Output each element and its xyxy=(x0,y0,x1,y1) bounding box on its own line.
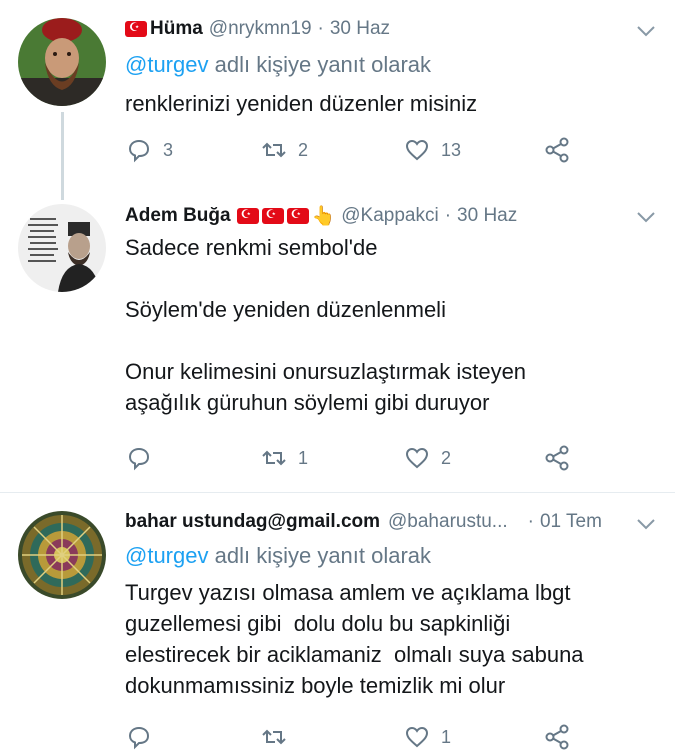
reply-suffix: adlı kişiye yanıt olarak xyxy=(214,543,432,568)
tweet-2[interactable]: Adem Buğa 👆 @Kappakci · 30 Haz Sadece re… xyxy=(0,190,675,492)
timestamp[interactable]: 01 Tem xyxy=(540,511,602,533)
tweet-1[interactable]: Hüma @nrykmn19 · 30 Haz @turgev adlı kiş… xyxy=(0,0,675,200)
dot-separator: · xyxy=(444,204,452,226)
like-button[interactable]: 2 xyxy=(403,444,451,472)
handle[interactable]: @baharustu... xyxy=(388,511,508,533)
like-button[interactable]: 1 xyxy=(403,723,451,751)
tweet-text: renklerinizi yeniden düzenler misiniz xyxy=(125,88,655,119)
handle[interactable]: @nrykmn19 xyxy=(209,18,312,40)
retweet-count: 2 xyxy=(298,139,309,160)
reply-to-link[interactable]: @turgev xyxy=(125,543,208,568)
like-button[interactable]: 13 xyxy=(403,136,461,164)
share-icon xyxy=(545,724,569,750)
text-line: guzellemesi gibi dolu dolu bu sapkinliği xyxy=(125,611,511,636)
reply-icon xyxy=(128,447,150,471)
handle[interactable]: @Kappakci xyxy=(341,205,438,227)
text-line: elestirecek bir aciklamaniz olmalı suya … xyxy=(125,642,584,667)
reply-button[interactable] xyxy=(125,723,163,751)
tweet-text: Turgev yazısı olmasa amlem ve açıklama l… xyxy=(125,577,655,701)
heart-icon xyxy=(405,726,429,748)
like-count: 2 xyxy=(441,447,452,468)
text-line: renklerinizi yeniden düzenler misiniz xyxy=(125,91,478,116)
tweet-3[interactable]: bahar ustundag@gmail.com @baharustu... ·… xyxy=(0,493,675,754)
retweet-icon xyxy=(262,729,286,745)
share-button[interactable] xyxy=(543,723,571,751)
tweet-actions: 1 xyxy=(125,723,585,753)
text-line: Onur kelimesini onursuzlaştırmak isteyen xyxy=(125,359,527,384)
text-line: Söylem'de yeniden düzenlenmeli xyxy=(125,297,446,322)
reply-context: @turgev adlı kişiye yanıt olarak xyxy=(125,52,431,78)
dot-separator: · xyxy=(317,18,324,39)
retweet-icon xyxy=(262,450,286,466)
tweet-header: Hüma @nrykmn19 · 30 Haz xyxy=(125,18,635,40)
retweet-count: 1 xyxy=(298,447,309,468)
text-line: Sadece renkmi sembol'de xyxy=(125,235,378,260)
chevron-down-icon[interactable] xyxy=(635,206,657,228)
reply-to-link[interactable]: @turgev xyxy=(125,52,208,77)
timestamp[interactable]: 30 Haz xyxy=(330,18,390,40)
share-icon xyxy=(545,445,569,471)
reply-icon xyxy=(128,139,150,163)
display-name[interactable]: Hüma xyxy=(150,18,203,40)
turkey-flag-icon xyxy=(286,207,309,224)
dot-separator: · xyxy=(527,511,534,532)
tweet-actions: 1 2 xyxy=(125,444,585,474)
retweet-icon xyxy=(262,142,286,158)
text-line: Turgev yazısı olmasa amlem ve açıklama l… xyxy=(125,580,571,605)
tweet-header: Adem Buğa 👆 @Kappakci · 30 Haz xyxy=(125,204,635,228)
like-count: 1 xyxy=(441,726,452,747)
avatar[interactable] xyxy=(18,511,106,599)
turkey-flag-icon xyxy=(125,20,147,37)
display-name[interactable]: Adem Buğa xyxy=(125,205,231,227)
heart-icon xyxy=(405,447,429,469)
like-count: 13 xyxy=(441,139,462,160)
heart-icon xyxy=(405,139,429,161)
pointing-up-emoji: 👆 xyxy=(311,205,336,227)
reply-context: @turgev adlı kişiye yanıt olarak xyxy=(125,543,431,569)
retweet-button[interactable]: 1 xyxy=(260,444,308,472)
tweet-text: Sadece renkmi sembol'de Söylem'de yenide… xyxy=(125,232,655,418)
text-line-blank xyxy=(125,263,655,294)
display-name[interactable]: bahar ustundag@gmail.com xyxy=(125,511,380,533)
reply-button[interactable]: 3 xyxy=(125,136,173,164)
chevron-down-icon[interactable] xyxy=(635,513,657,535)
share-icon xyxy=(545,137,569,163)
tweet-actions: 3 2 13 xyxy=(125,136,585,166)
avatar[interactable] xyxy=(18,204,106,292)
share-button[interactable] xyxy=(543,444,571,472)
share-button[interactable] xyxy=(543,136,571,164)
timestamp[interactable]: 30 Haz xyxy=(457,205,517,227)
reply-icon xyxy=(128,726,150,750)
turkey-flag-icon xyxy=(261,207,284,224)
reply-suffix: adlı kişiye yanıt olarak xyxy=(214,52,432,77)
avatar[interactable] xyxy=(18,18,106,106)
text-line: aşağılık güruhun söylemi gibi duruyor xyxy=(125,390,490,415)
reply-count: 3 xyxy=(163,139,174,160)
chevron-down-icon[interactable] xyxy=(635,20,657,42)
text-line-blank xyxy=(125,325,655,356)
retweet-button[interactable]: 2 xyxy=(260,136,308,164)
text-line: dokunmamıssiniz boyle temizlik mi olur xyxy=(125,673,506,698)
retweet-button[interactable] xyxy=(260,723,298,751)
tweet-header: bahar ustundag@gmail.com @baharustu... ·… xyxy=(125,511,635,533)
turkey-flag-icon xyxy=(236,207,259,224)
reply-button[interactable] xyxy=(125,444,163,472)
thread-line xyxy=(61,112,64,200)
